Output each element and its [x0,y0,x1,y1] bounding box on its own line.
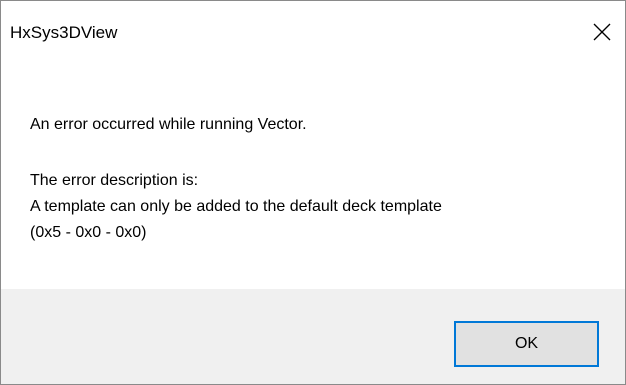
ok-button[interactable]: OK [454,321,599,367]
window-title: HxSys3DView [10,23,118,42]
title-bar: HxSys3DView [1,1,625,63]
error-description-text: A template can only be added to the defa… [30,198,442,215]
ok-button-label: OK [514,335,539,352]
error-code: (0x5 - 0x0 - 0x0) [30,224,147,241]
close-icon [593,23,611,41]
close-button[interactable] [579,1,625,63]
error-message: An error occurred while running Vector. [30,116,307,133]
button-bar: OK [1,289,625,384]
error-description-label: The error description is: [30,172,199,189]
message-area: An error occurred while running Vector. … [1,63,625,289]
error-dialog: HxSys3DView An error occurred while runn… [0,0,626,385]
